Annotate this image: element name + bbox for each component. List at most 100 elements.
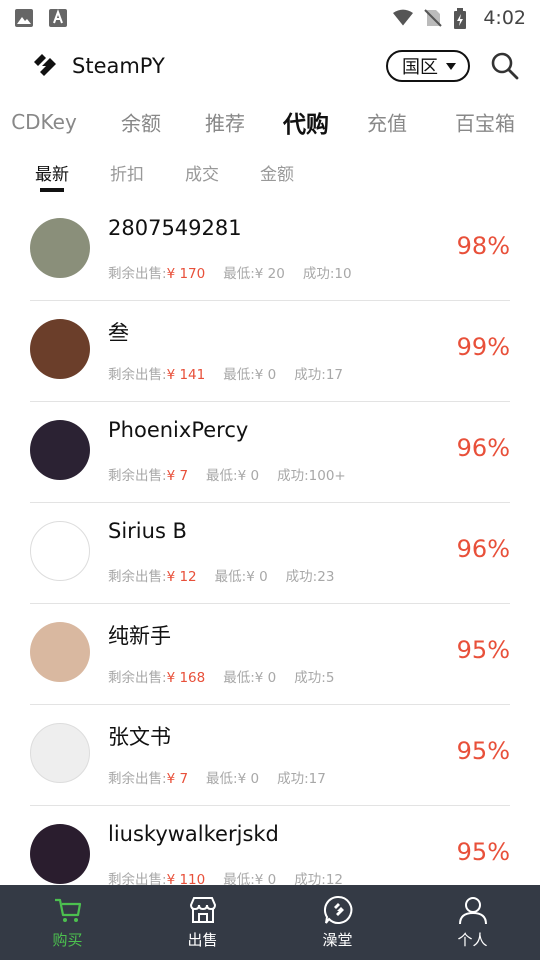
tab-treasure-box[interactable]: 百宝箱 (455, 108, 515, 137)
success-rate: 96% (456, 434, 510, 462)
sort-tab-amount[interactable]: 金额 (260, 160, 294, 185)
avatar (30, 319, 90, 379)
text-notification-icon (48, 8, 68, 28)
tab-cdkey[interactable]: CDKey (11, 110, 77, 134)
bottom-nav: 购买 出售 澡堂 个人 (0, 885, 540, 960)
tab-balance[interactable]: 余额 (121, 108, 161, 137)
remaining-label: 剩余出售: (108, 771, 167, 787)
remaining-label: 剩余出售: (108, 266, 167, 282)
steampy-logo-icon (30, 52, 58, 80)
status-time: 4:02 (483, 7, 526, 29)
success-stat: 成功:100+ (277, 464, 346, 484)
nav-profile[interactable]: 个人 (405, 885, 540, 960)
avatar (30, 723, 90, 783)
success-rate: 98% (456, 232, 510, 260)
success-label: 成功: (285, 569, 318, 585)
min-value: ¥ 0 (246, 569, 268, 585)
min-stat: 最低:¥ 0 (215, 565, 268, 585)
seller-name: 叁 (108, 321, 129, 345)
sort-tab-discount[interactable]: 折扣 (110, 160, 144, 185)
remaining-stat: 剩余出售:¥ 170 (108, 262, 205, 282)
remaining-stat: 剩余出售:¥ 168 (108, 666, 205, 686)
seller-stats: 剩余出售:¥ 12 最低:¥ 0 成功:23 (108, 565, 334, 585)
min-stat: 最低:¥ 0 (223, 363, 276, 383)
success-rate: 95% (456, 737, 510, 765)
tab-proxy-buy[interactable]: 代购 (283, 105, 329, 139)
seller-row[interactable]: 张文书 剩余出售:¥ 7 最低:¥ 0 成功:17 95% (0, 705, 540, 806)
seller-name: liuskywalkerjskd (108, 822, 279, 846)
remaining-value: ¥ 12 (166, 569, 197, 585)
remaining-stat: 剩余出售:¥ 7 (108, 767, 188, 787)
seller-row[interactable]: 纯新手剩余出售:¥ 168 最低:¥ 0 成功:5 95% (0, 604, 540, 705)
seller-name: 张文书 (108, 725, 171, 749)
seller-list: 2807549281 剩余出售:¥ 170 最低:¥ 20 成功:10 98% 叁剩余出售… (0, 200, 540, 907)
nav-profile-label: 个人 (457, 931, 488, 949)
min-label: 最低: (214, 569, 247, 585)
app-header: SteamPY 国区 (0, 36, 540, 96)
seller-row[interactable]: Sirius B 剩余出售:¥ 12 最低:¥ 0 成功:23 96% (0, 503, 540, 604)
success-label: 成功: (277, 771, 309, 787)
status-bar: 4:02 (0, 0, 540, 36)
nav-community-label: 澡堂 (322, 931, 353, 949)
success-value: 17 (308, 771, 326, 787)
success-rate: 96% (456, 535, 510, 563)
remaining-label: 剩余出售: (108, 569, 167, 585)
active-tab-indicator (40, 188, 64, 192)
nav-sell-label: 出售 (187, 931, 218, 949)
remaining-stat: 剩余出售:¥ 7 (108, 464, 188, 484)
region-value: 国区 (402, 57, 438, 78)
sort-tab-deals[interactable]: 成交 (185, 160, 219, 185)
remaining-label: 剩余出售: (108, 670, 167, 686)
min-label: 最低: (223, 266, 255, 282)
seller-name: Sirius B (108, 519, 187, 543)
success-stat: 成功:5 (294, 666, 334, 686)
success-value: 23 (317, 569, 335, 585)
min-label: 最低: (223, 670, 255, 686)
remaining-stat: 剩余出售:¥ 12 (108, 565, 197, 585)
remaining-label: 剩余出售: (108, 468, 167, 484)
wifi-icon (393, 8, 414, 28)
seller-stats: 剩余出售:¥ 7 最低:¥ 0 成功:17 (108, 767, 326, 787)
sort-tabs: 最新 折扣 成交 金额 (0, 148, 540, 200)
success-stat: 成功:17 (277, 767, 326, 787)
app-title: SteamPY (72, 54, 165, 78)
store-icon (188, 895, 218, 925)
success-rate: 99% (456, 333, 510, 361)
remaining-value: ¥ 168 (166, 670, 206, 686)
seller-stats: 剩余出售:¥ 7 最低:¥ 0 成功:100+ (108, 464, 346, 484)
min-value: ¥ 0 (237, 771, 260, 787)
success-value: 17 (325, 367, 344, 383)
seller-stats: 剩余出售:¥ 170 最低:¥ 20 成功:10 (108, 262, 352, 282)
success-stat: 成功:23 (286, 565, 335, 585)
seller-row[interactable]: PhoenixPercy 剩余出售:¥ 7 最低:¥ 0 成功:100+ 96% (0, 402, 540, 503)
remaining-value: ¥ 170 (166, 266, 206, 282)
avatar (30, 521, 90, 581)
search-icon[interactable] (490, 51, 520, 81)
seller-row[interactable]: 2807549281 剩余出售:¥ 170 最低:¥ 20 成功:10 98% (0, 200, 540, 301)
nav-sell[interactable]: 出售 (135, 885, 270, 960)
success-label: 成功: (294, 367, 326, 383)
min-value: ¥ 0 (254, 367, 277, 383)
seller-row[interactable]: 叁剩余出售:¥ 141 最低:¥ 0 成功:17 99% (0, 301, 540, 402)
nav-community[interactable]: 澡堂 (270, 885, 405, 960)
steam-chat-icon (323, 895, 353, 925)
battery-charging-icon (453, 8, 473, 29)
no-sim-icon (423, 8, 443, 28)
image-notification-icon (14, 8, 34, 28)
region-select[interactable]: 国区 (386, 50, 470, 82)
success-label: 成功: (277, 468, 309, 484)
nav-buy[interactable]: 购买 (0, 885, 135, 960)
sort-tab-latest[interactable]: 最新 (35, 160, 69, 185)
cart-icon (53, 895, 83, 925)
min-value: ¥ 20 (254, 266, 285, 282)
caret-down-icon (446, 62, 456, 70)
success-stat: 成功:10 (303, 262, 352, 282)
min-value: ¥ 0 (254, 670, 277, 686)
min-label: 最低: (223, 367, 255, 383)
success-rate: 95% (456, 636, 510, 664)
success-label: 成功: (294, 670, 326, 686)
seller-name: 纯新手 (108, 624, 171, 648)
tab-recommend[interactable]: 推荐 (205, 108, 245, 137)
tab-recharge[interactable]: 充值 (367, 108, 407, 137)
seller-stats: 剩余出售:¥ 141 最低:¥ 0 成功:17 (108, 363, 343, 383)
